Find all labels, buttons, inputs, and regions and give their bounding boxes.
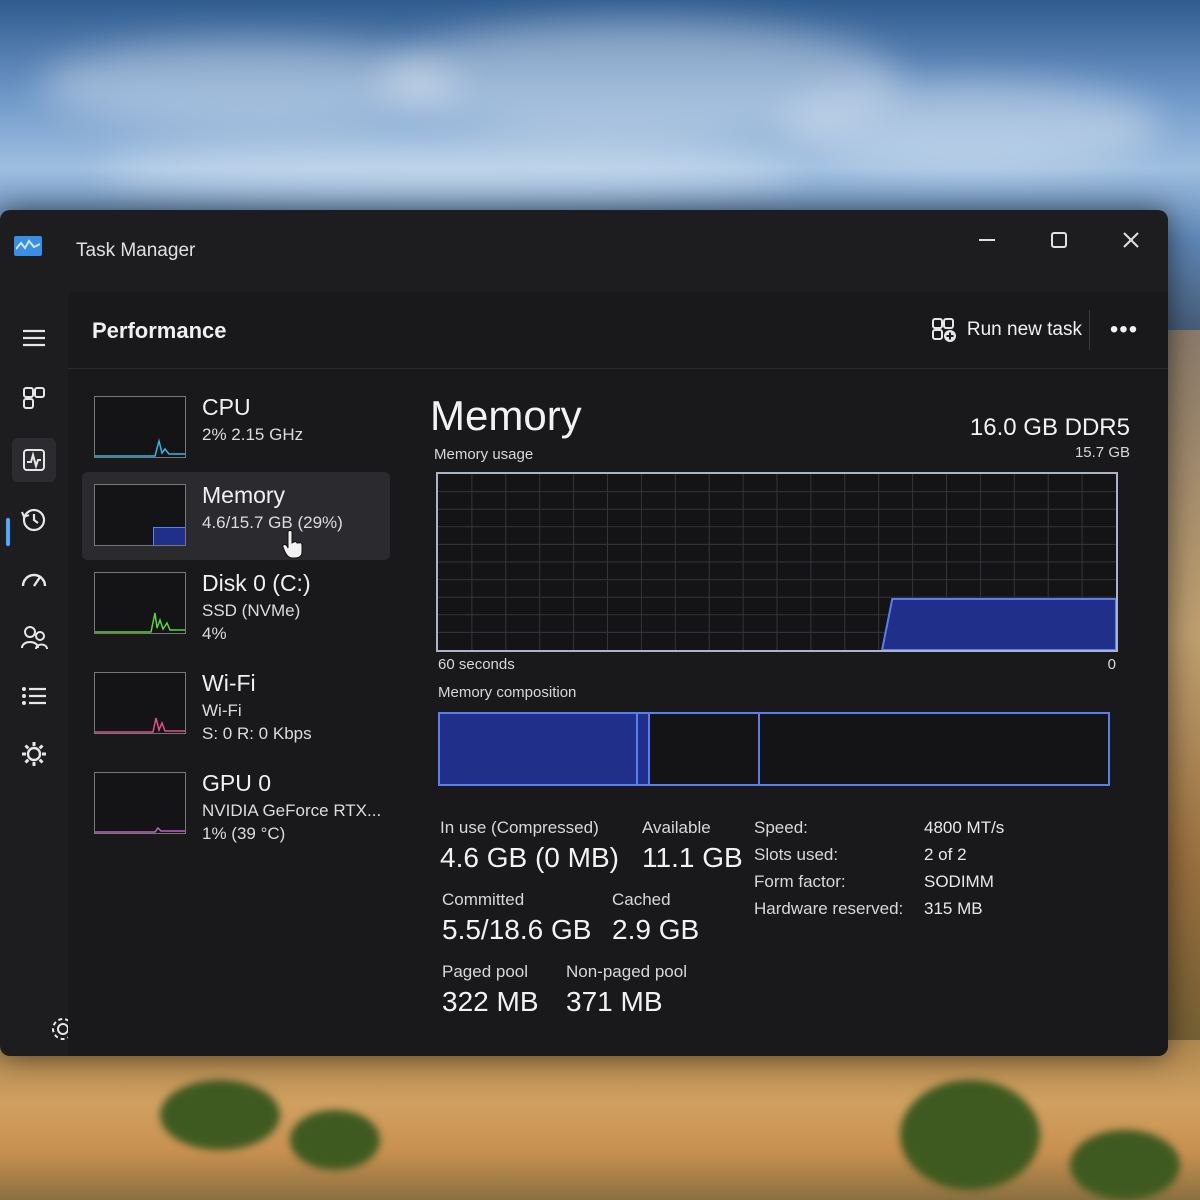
memory-composition-label: Memory composition xyxy=(438,684,577,701)
device-stat-secondary: 1% (39 °C) xyxy=(202,824,286,843)
memory-max-label: 15.7 GB xyxy=(1074,444,1130,461)
device-stat: SSD (NVMe) xyxy=(202,601,301,620)
task-manager-app-icon xyxy=(14,236,42,256)
graph-min-label: 0 xyxy=(1107,656,1116,673)
maximize-button[interactable] xyxy=(1034,220,1084,260)
minimize-button[interactable] xyxy=(962,220,1012,260)
device-name: Memory xyxy=(202,482,286,508)
committed-label: Committed xyxy=(442,890,525,909)
hand-cursor-icon xyxy=(282,530,303,559)
memory-thumbnail-graph xyxy=(94,484,186,546)
nav-startup-apps[interactable] xyxy=(12,558,56,602)
time-span-label: 60 seconds xyxy=(438,656,515,673)
slots-used-label: Slots used: xyxy=(754,845,839,864)
gpu-thumbnail-graph xyxy=(94,772,186,834)
hamburger-menu-button[interactable] xyxy=(12,316,56,360)
history-icon xyxy=(21,508,46,532)
composition-standby-segment xyxy=(650,714,760,784)
memory-thumbnail-fill xyxy=(153,527,185,545)
active-nav-indicator xyxy=(6,518,10,546)
device-item-wifi[interactable]: Wi-Fi Wi-Fi S: 0 R: 0 Kbps xyxy=(82,660,390,748)
main-content: Performance Run new task ••• CPU 2% 2.15… xyxy=(68,292,1168,1056)
nav-users[interactable] xyxy=(12,616,56,660)
hardware-reserved-value: 315 MB xyxy=(924,899,983,918)
users-icon xyxy=(21,626,48,650)
nav-performance[interactable] xyxy=(12,438,56,482)
non-paged-pool-value: 371 MB xyxy=(566,986,663,1017)
memory-usage-label: Memory usage xyxy=(434,446,534,463)
device-name: CPU xyxy=(202,394,251,420)
form-factor-value: SODIMM xyxy=(924,872,994,891)
navigation-sidebar xyxy=(0,292,74,1056)
hardware-reserved-label: Hardware reserved: xyxy=(754,899,904,918)
run-new-task-icon xyxy=(931,318,956,342)
nav-processes[interactable] xyxy=(12,376,56,420)
available-label: Available xyxy=(642,818,711,837)
cached-value: 2.9 GB xyxy=(612,914,700,945)
maximize-icon xyxy=(1051,232,1067,248)
device-stat-secondary: 4% xyxy=(202,624,227,643)
window-title: Task Manager xyxy=(76,240,196,261)
processes-icon xyxy=(23,387,45,409)
form-factor-label: Form factor: xyxy=(754,872,846,891)
header-divider xyxy=(1089,310,1090,350)
minimize-icon xyxy=(979,239,995,241)
device-item-gpu[interactable]: GPU 0 NVIDIA GeForce RTX... 1% (39 °C) xyxy=(82,760,390,848)
nav-details[interactable] xyxy=(12,674,56,718)
detail-title: Memory xyxy=(430,392,582,439)
speed-value: 4800 MT/s xyxy=(924,818,1005,837)
memory-usage-area xyxy=(881,597,1116,650)
in-use-label: In use (Compressed) xyxy=(440,818,599,837)
more-options-button[interactable]: ••• xyxy=(1104,314,1144,346)
close-button[interactable] xyxy=(1106,220,1156,260)
slots-used-value: 2 of 2 xyxy=(924,845,967,864)
run-new-task-label: Run new task xyxy=(966,319,1082,340)
committed-value: 5.5/18.6 GB xyxy=(442,914,592,945)
memory-spec: 16.0 GB DDR5 xyxy=(969,414,1130,441)
wifi-thumbnail-graph xyxy=(94,672,186,734)
hamburger-icon xyxy=(23,329,45,347)
device-stat: 4.6/15.7 GB (29%) xyxy=(202,513,343,532)
page-header: Performance Run new task ••• xyxy=(68,292,1168,369)
task-manager-window: Task Manager Performance Run new task ••… xyxy=(0,210,1168,1056)
speed-label: Speed: xyxy=(754,818,808,837)
paged-pool-label: Paged pool xyxy=(442,962,529,981)
available-value: 11.1 GB xyxy=(642,842,743,873)
device-stat-secondary: S: 0 R: 0 Kbps xyxy=(202,724,312,743)
non-paged-pool-label: Non-paged pool xyxy=(566,962,687,981)
composition-modified-segment xyxy=(638,714,650,784)
device-stat: Wi-Fi xyxy=(202,701,242,720)
memory-usage-grid xyxy=(438,474,1116,650)
startup-icon xyxy=(21,573,47,587)
performance-icon xyxy=(23,449,45,471)
device-stat: 2% 2.15 GHz xyxy=(202,425,304,444)
in-use-value: 4.6 GB (0 MB) xyxy=(440,842,619,873)
cpu-thumbnail-graph xyxy=(94,396,186,458)
services-icon xyxy=(22,742,46,766)
device-item-cpu[interactable]: CPU 2% 2.15 GHz xyxy=(82,384,390,472)
disk-thumbnail-graph xyxy=(94,572,186,634)
device-name: Disk 0 (C:) xyxy=(202,570,311,596)
details-icon xyxy=(22,687,46,705)
composition-in-use-segment xyxy=(440,714,638,784)
device-stat: NVIDIA GeForce RTX... xyxy=(202,801,382,820)
memory-composition-bar xyxy=(438,712,1110,786)
nav-app-history[interactable] xyxy=(12,498,56,542)
close-icon xyxy=(1123,232,1139,248)
nav-services[interactable] xyxy=(12,732,56,776)
device-name: GPU 0 xyxy=(202,770,272,796)
run-new-task-button[interactable]: Run new task xyxy=(931,314,1082,346)
title-bar[interactable]: Task Manager xyxy=(0,210,1168,292)
cached-label: Cached xyxy=(612,890,671,909)
page-title: Performance xyxy=(92,318,227,343)
paged-pool-value: 322 MB xyxy=(442,986,539,1017)
memory-usage-graph xyxy=(436,472,1118,652)
composition-free-segment xyxy=(760,714,1108,784)
device-item-memory[interactable]: Memory 4.6/15.7 GB (29%) xyxy=(82,472,390,560)
device-name: Wi-Fi xyxy=(202,670,256,696)
device-item-disk[interactable]: Disk 0 (C:) SSD (NVMe) 4% xyxy=(82,560,390,648)
